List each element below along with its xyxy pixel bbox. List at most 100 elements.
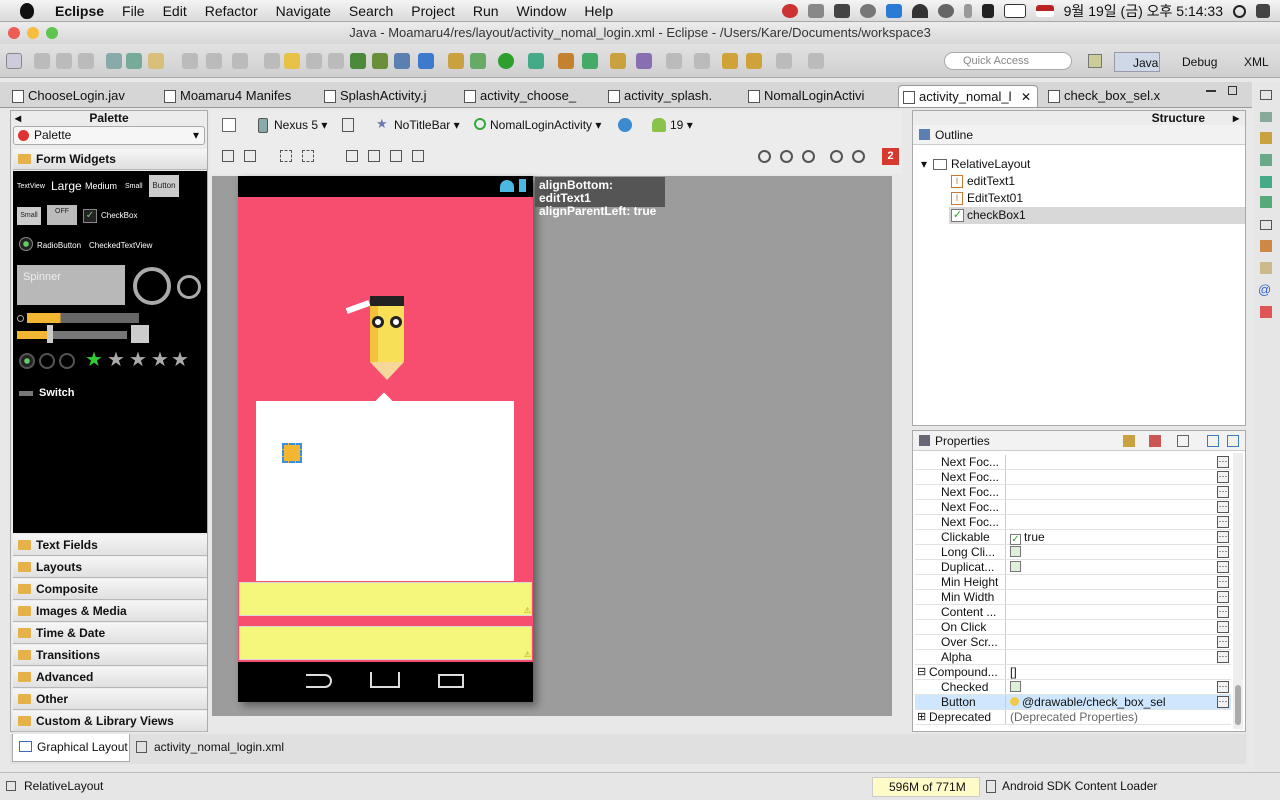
restore-icon-2[interactable] — [1260, 220, 1272, 230]
category-layouts[interactable]: Layouts — [13, 557, 207, 578]
category-text-fields[interactable]: Text Fields — [13, 535, 207, 556]
category-composite[interactable]: Composite — [13, 579, 207, 600]
widget-radio-group-2[interactable] — [39, 353, 55, 369]
widget-medium[interactable]: Medium — [85, 181, 117, 191]
more-button[interactable]: ··· — [1217, 486, 1229, 498]
menu-run[interactable]: Run — [464, 3, 508, 19]
api-level-dropdown[interactable]: 19 ▾ — [670, 118, 693, 132]
close-window-button[interactable] — [8, 27, 20, 39]
theme-dropdown[interactable]: NoTitleBar ▾ — [394, 118, 460, 132]
annotation-icon[interactable] — [666, 53, 682, 69]
battery-icon[interactable] — [1003, 4, 1026, 18]
console-icon[interactable] — [1260, 176, 1272, 188]
resume-icon[interactable] — [264, 53, 280, 69]
disconnect-icon[interactable] — [328, 53, 344, 69]
widget-progressbar-horizontal[interactable] — [27, 313, 139, 323]
collapse-group-icon[interactable]: ⊟ — [917, 665, 926, 680]
menu-search[interactable]: Search — [340, 3, 402, 19]
phone-icon[interactable] — [258, 118, 268, 133]
trash-icon[interactable] — [986, 780, 996, 793]
widget-radio-group-1[interactable] — [19, 353, 35, 369]
menu-refactor[interactable]: Refactor — [196, 3, 267, 19]
terminate-icon[interactable] — [306, 53, 322, 69]
layers-icon[interactable] — [833, 4, 850, 18]
category-transitions[interactable]: Transitions — [13, 645, 207, 666]
format-icon[interactable] — [126, 53, 142, 69]
dropbox-icon[interactable] — [885, 4, 902, 18]
suspend-icon[interactable] — [284, 53, 300, 69]
list-icon[interactable] — [1256, 4, 1270, 18]
widget-small-button[interactable]: Small — [17, 207, 41, 225]
save-all-icon[interactable] — [56, 53, 72, 69]
step-return-icon[interactable] — [394, 53, 410, 69]
sync-icon[interactable] — [859, 4, 876, 18]
switch-toggle-icon[interactable] — [19, 391, 33, 396]
zoom-window-button[interactable] — [46, 27, 58, 39]
back-nav-icon[interactable] — [306, 674, 332, 688]
tasks-icon[interactable] — [1260, 196, 1272, 208]
flag-icon[interactable] — [1035, 5, 1054, 17]
task-icon[interactable] — [418, 53, 434, 69]
new-icon[interactable] — [6, 53, 22, 69]
tree-checkbox1[interactable]: ✓ checkBox1 — [949, 207, 1245, 224]
star-empty-icon[interactable]: ★ — [171, 347, 189, 372]
sort-alpha-icon[interactable] — [1149, 435, 1161, 447]
apple-icon[interactable] — [20, 2, 34, 19]
quick-access-input[interactable]: Quick Access — [944, 52, 1072, 70]
prop-row[interactable]: Min Width ··· — [915, 590, 1231, 605]
prop-row[interactable]: Min Height ··· — [915, 575, 1231, 590]
skip-icon[interactable] — [232, 53, 248, 69]
zoom-real-icon[interactable] — [780, 150, 793, 163]
prop-value[interactable] — [1005, 545, 1217, 559]
tab-xml-source[interactable]: activity_nomal_login.xml — [132, 734, 292, 760]
unchecked-checkbox-icon[interactable] — [1010, 546, 1021, 557]
next-annotation-icon[interactable] — [694, 53, 710, 69]
more-button[interactable]: ··· — [1217, 501, 1229, 513]
search-toolbar-icon[interactable] — [636, 53, 652, 69]
close-tab-icon[interactable]: ✕ — [1021, 86, 1031, 107]
config-icon[interactable] — [222, 118, 236, 132]
error-count-badge[interactable]: 2 — [882, 148, 899, 165]
menubar-clock[interactable]: 9월 19일 (금) 오후 5:14:33 — [1064, 1, 1223, 21]
prop-row[interactable]: Next Foc... ··· — [915, 470, 1231, 485]
prop-value[interactable] — [1005, 620, 1217, 634]
margins-icon[interactable] — [280, 150, 292, 162]
unchecked-checkbox-icon[interactable] — [1010, 681, 1021, 692]
activity-dropdown[interactable]: NomalLoginActivity ▾ — [490, 118, 601, 132]
perspective-java[interactable]: Java — [1114, 52, 1160, 72]
bluetooth-icon[interactable] — [963, 4, 972, 18]
step-into-icon[interactable] — [350, 53, 366, 69]
more-button[interactable]: ··· — [1217, 636, 1229, 648]
gravity-icon[interactable] — [302, 150, 314, 162]
prop-value[interactable] — [1005, 500, 1217, 514]
widget-seekbar[interactable] — [17, 331, 127, 339]
category-other[interactable]: Other — [13, 689, 207, 710]
pencil-mascot-image[interactable] — [345, 296, 408, 382]
widget-radio-icon[interactable] — [19, 237, 33, 251]
more-button[interactable]: ··· — [1217, 546, 1229, 558]
more-button[interactable]: ··· — [1217, 651, 1229, 663]
more-button[interactable]: ··· — [1217, 606, 1229, 618]
home-nav-icon[interactable] — [370, 672, 400, 688]
open-perspective-icon[interactable] — [1088, 54, 1102, 68]
minimize-window-button[interactable] — [27, 27, 39, 39]
menu-project[interactable]: Project — [402, 3, 464, 19]
last-edit-icon[interactable] — [722, 53, 738, 69]
widget-toggle[interactable]: OFF — [47, 205, 77, 225]
menu-file[interactable]: File — [113, 3, 154, 19]
prop-value[interactable]: @drawable/check_box_sel — [1005, 695, 1217, 709]
wifi-icon[interactable] — [911, 4, 928, 18]
star-empty-icon[interactable]: ★ — [107, 347, 125, 372]
menu-app-name[interactable]: Eclipse — [46, 3, 113, 19]
show-advanced-icon[interactable] — [1123, 435, 1135, 447]
more-button[interactable]: ··· — [1217, 591, 1229, 603]
unchecked-checkbox-icon[interactable] — [1010, 561, 1021, 572]
prop-row[interactable]: On Click ··· — [915, 620, 1231, 635]
android-sdk-icon[interactable] — [448, 53, 464, 69]
widget-quickcontact[interactable] — [131, 325, 149, 343]
menu-help[interactable]: Help — [575, 3, 622, 19]
prop-row[interactable]: Next Foc... ··· — [915, 515, 1231, 530]
more-button[interactable]: ··· — [1217, 621, 1229, 633]
widget-spinner[interactable]: Spinner — [17, 265, 125, 305]
debug-icon[interactable] — [470, 53, 486, 69]
